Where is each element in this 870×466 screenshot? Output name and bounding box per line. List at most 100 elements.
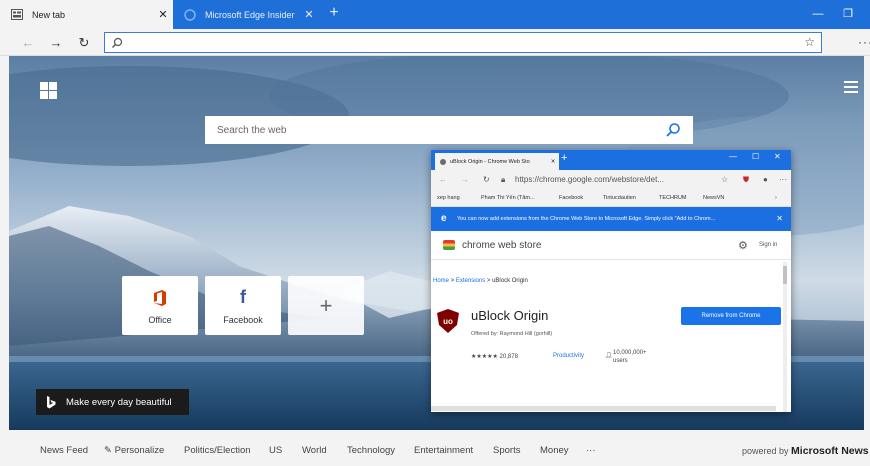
lock-icon: 🔒︎ [501,175,506,184]
news-tab-news-feed[interactable]: News Feed [40,445,88,456]
bookmark-item: TECHRUM [659,195,687,201]
rating-count: ★★★★★ 20,878 [471,354,518,360]
bing-image-caption[interactable]: Make every day beautiful [36,389,189,415]
tile-label: Facebook [223,314,263,325]
refresh-icon: ↻ [483,175,490,184]
inset-url: https://chrome.google.com/webstore/det..… [515,175,664,184]
ublock-origin-icon: uo [437,309,459,333]
bing-icon [36,395,66,409]
inset-info-banner: e You can now add extensions from the Ch… [431,207,791,231]
close-icon[interactable]: ✕ [299,8,319,21]
tab-new-tab[interactable]: New tab ✕ [0,0,173,29]
news-tab-sports[interactable]: Sports [493,445,520,456]
chevron-right-icon: › [775,195,777,201]
inset-tab-title: uBlock Origin - Chrome Web Sto [450,158,530,165]
remove-from-chrome-button: Remove from Chrome [681,307,781,325]
inset-title-bar: uBlock Origin - Chrome Web Sto ✕ + — ☐ ✕ [431,150,791,170]
close-icon: ✕ [550,158,556,165]
powered-by-brand: Microsoft News [791,445,869,457]
news-tab-personalize[interactable]: ✎ Personalize [104,445,164,456]
inset-bookmarks-bar: xep hang Pham Thi Yến (Tâm... Facebook T… [431,191,791,207]
search-input[interactable] [215,122,645,138]
url-box[interactable]: ☆ [104,32,822,53]
profile-avatar-icon: ● [763,175,768,184]
edge-icon: e [441,213,447,224]
tab-bar: New tab ✕ Microsoft Edge Insider ✕ + — ❐ [0,0,870,29]
news-tab-politics[interactable]: Politics/Election [184,445,251,456]
store-name: chrome web store [462,240,542,251]
new-tab-page-icon [10,8,24,22]
ublock-toolbar-icon: ⛊ [743,175,749,184]
forward-icon: → [461,175,469,184]
users-icon: 👤︎ [605,353,613,359]
info-banner-text: You can now add extensions from the Chro… [457,216,716,222]
restore-button[interactable]: ❐ [834,0,862,29]
bookmark-item: xep hang [437,195,460,201]
inset-scrollbar [783,262,787,412]
inset-address-bar: ← → ↻ 🔒︎ https://chrome.google.com/webst… [431,170,791,191]
web-search-box[interactable] [205,116,693,144]
news-tab-world[interactable]: World [302,445,327,456]
news-more-button[interactable]: ··· [586,445,596,456]
news-tab-money[interactable]: Money [540,445,569,456]
search-icon [111,36,125,50]
breadcrumb: Home > Extensions > uBlock Origin [433,278,528,284]
plus-icon: + [319,292,333,318]
refresh-button[interactable]: ↻ [74,33,94,53]
url-input[interactable] [129,35,789,50]
bookmark-item: Pham Thi Yến (Tâm... [481,195,535,201]
bookmark-item: NewsVN [703,195,725,201]
breadcrumb-separator: > [450,278,455,284]
favorite-star-icon[interactable]: ☆ [804,35,815,49]
menu-icon[interactable] [844,81,858,93]
chrome-web-store-screenshot: uBlock Origin - Chrome Web Sto ✕ + — ☐ ✕… [431,150,791,412]
news-feed-bar: News Feed ✎ Personalize Politics/Electio… [0,435,870,466]
inset-horizontal-scrollbar [431,406,776,411]
users-label: users [613,358,628,364]
breadcrumb-extensions: Extensions [455,278,486,284]
bookmark-item: Tintucdautien [603,195,636,201]
users-count: 👤︎ 10,000,000+ users [605,349,647,365]
address-bar: ← → ↻ ☆ ··· [0,29,870,56]
close-icon[interactable]: ✕ [153,8,173,21]
news-tab-us[interactable]: US [269,445,282,456]
category-link: Productivity [553,353,585,359]
back-icon: ← [439,175,447,184]
more-icon: ··· [779,175,787,184]
sign-in-link: Sign in [759,242,778,248]
windows-logo-icon[interactable] [40,82,57,99]
forward-button[interactable]: → [46,33,66,53]
breadcrumb-home: Home [433,278,450,284]
tab-title: New tab [32,9,66,20]
minimize-button[interactable]: — [804,0,832,29]
inset-store-header: chrome web store ⚙ Sign in [431,231,791,260]
tile-label: Office [148,314,172,325]
powered-by: powered by Microsoft News [742,445,869,457]
tab-title: Microsoft Edge Insider [205,9,295,20]
extension-name: uBlock Origin [471,308,549,323]
add-quick-link-button[interactable]: + [288,276,364,335]
back-button[interactable]: ← [18,33,38,53]
quick-link-office[interactable]: Office [122,276,198,335]
gear-icon: ⚙ [738,240,748,252]
pencil-icon: ✎ [104,445,112,456]
tab-edge-insider[interactable]: Microsoft Edge Insider ✕ [173,0,319,29]
quick-link-facebook[interactable]: f Facebook [205,276,281,335]
svg-text:uo: uo [443,317,453,326]
offered-by: Offered by: Raymond Hill (gorhill) [471,331,553,337]
breadcrumb-separator: > [486,278,491,284]
maximize-icon: ☐ [752,152,760,161]
news-tab-technology[interactable]: Technology [347,445,395,456]
powered-by-prefix: powered by [742,446,789,456]
more-options-button[interactable]: ··· [858,35,870,49]
plus-icon: + [561,152,568,164]
new-tab-button[interactable]: + [326,5,342,22]
news-tab-entertainment[interactable]: Entertainment [414,445,473,456]
office-icon [153,287,167,309]
inset-tab: uBlock Origin - Chrome Web Sto ✕ [435,153,559,170]
bing-caption-text: Make every day beautiful [66,396,172,408]
users-number: 10,000,000+ [613,350,647,356]
breadcrumb-current: uBlock Origin [492,278,528,284]
search-icon[interactable] [665,122,681,138]
bookmark-item: Facebook [559,195,584,201]
